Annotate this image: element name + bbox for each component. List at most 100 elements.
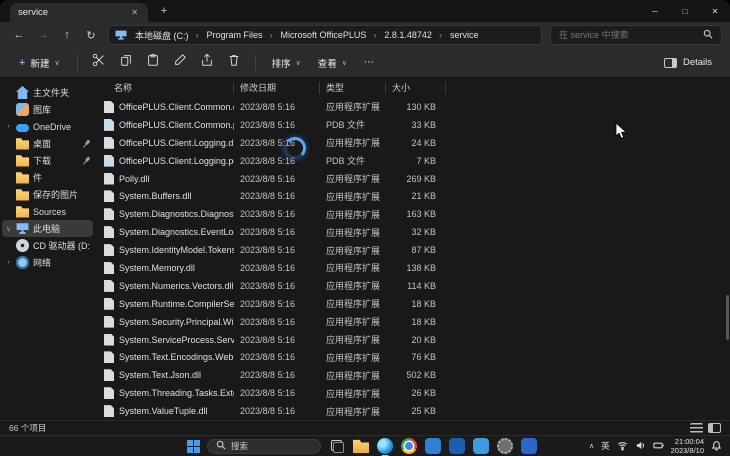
search-input[interactable]	[559, 30, 689, 40]
battery-icon[interactable]	[653, 440, 664, 453]
app-blue-1-icon[interactable]	[425, 438, 441, 454]
breadcrumb-item[interactable]: 本地磁盘 (C:)	[131, 28, 193, 43]
file-row[interactable]: System.Memory.dll 2023/8/8 5:16 应用程序扩展 1…	[96, 259, 730, 277]
sidebar-item[interactable]: CD 驱动器 (D:) ES	[2, 237, 93, 254]
back-button[interactable]: ←	[8, 25, 30, 45]
app-blue-3-icon[interactable]	[473, 438, 489, 454]
file-row[interactable]: System.Buffers.dll 2023/8/8 5:16 应用程序扩展 …	[96, 187, 730, 205]
chrome-icon[interactable]	[401, 438, 417, 454]
network-icon	[16, 256, 29, 269]
dll-icon	[104, 208, 114, 220]
start-button[interactable]	[184, 437, 202, 455]
rename-button[interactable]	[167, 51, 193, 75]
new-tab-button[interactable]: +	[156, 5, 172, 17]
column-header-size[interactable]: 大小	[386, 82, 446, 94]
details-pane-label: Details	[683, 57, 712, 68]
wifi-icon[interactable]	[617, 440, 628, 453]
up-button[interactable]: ↑	[56, 25, 78, 45]
maximize-button[interactable]: □	[670, 0, 700, 22]
file-row[interactable]: OfficePLUS.Client.Logging.dll 2023/8/8 5…	[96, 134, 730, 152]
sidebar-item-label: 网络	[33, 256, 90, 269]
file-date: 2023/8/8 5:16	[234, 227, 320, 237]
expand-chevron-icon[interactable]: ›	[5, 123, 12, 130]
breadcrumb-item[interactable]: Microsoft OfficePLUS	[277, 29, 371, 41]
clock[interactable]: 21:00:04 2023/8/10	[671, 437, 704, 456]
file-row[interactable]: OfficePLUS.Client.Common.dll 2023/8/8 5:…	[96, 98, 730, 116]
file-row[interactable]: System.Diagnostics.DiagnosticSource... 2…	[96, 205, 730, 223]
explorer-tab[interactable]: service ✕	[10, 3, 148, 22]
breadcrumb-item[interactable]: Program Files	[203, 29, 267, 41]
breadcrumb-item[interactable]: service	[446, 29, 483, 41]
settings-icon[interactable]	[497, 438, 513, 454]
dll-icon	[104, 334, 114, 346]
file-row[interactable]: System.ValueTuple.dll 2023/8/8 5:16 应用程序…	[96, 402, 730, 420]
edge-icon[interactable]	[377, 438, 393, 454]
file-row[interactable]: OfficePLUS.Client.Logging.pdb 2023/8/8 5…	[96, 152, 730, 170]
search-box[interactable]	[550, 25, 722, 45]
details-pane-toggle[interactable]: Details	[656, 53, 720, 72]
cut-button[interactable]	[86, 51, 112, 75]
file-row[interactable]: System.Numerics.Vectors.dll 2023/8/8 5:1…	[96, 277, 730, 295]
sidebar-item[interactable]: › OneDrive	[2, 118, 93, 135]
minimize-button[interactable]: ─	[640, 0, 670, 22]
tray-expand-icon[interactable]: ∧	[589, 442, 594, 450]
vertical-scrollbar[interactable]	[726, 295, 729, 340]
volume-icon[interactable]	[635, 440, 646, 453]
app-blue-4-icon[interactable]	[521, 438, 537, 454]
sidebar-item[interactable]: 下载	[2, 152, 93, 169]
paste-button[interactable]	[140, 51, 166, 75]
column-header-name[interactable]: 名称	[114, 82, 234, 94]
column-header-type[interactable]: 类型	[320, 82, 386, 94]
breadcrumb[interactable]: 本地磁盘 (C:) › Program Files › Microsoft Of…	[108, 25, 542, 45]
task-view-icon[interactable]	[329, 438, 345, 454]
column-header-date[interactable]: 修改日期	[234, 82, 320, 94]
file-row[interactable]: System.Text.Encodings.Web.dll 2023/8/8 5…	[96, 348, 730, 366]
sidebar-item[interactable]: ∨ 此电脑	[2, 220, 93, 237]
sidebar-item[interactable]: 保存的图片	[2, 186, 93, 203]
file-size: 163 KB	[386, 209, 446, 219]
sidebar-item[interactable]: 件	[2, 169, 93, 186]
more-options-button[interactable]: ⋯	[356, 53, 383, 72]
sort-button[interactable]: 排序 ∨	[264, 52, 309, 74]
expand-chevron-icon[interactable]: ›	[5, 259, 12, 266]
onedrive-icon	[16, 124, 29, 132]
sidebar-item[interactable]: Sources	[2, 203, 93, 220]
breadcrumb-item[interactable]: 2.8.1.48742	[380, 29, 436, 41]
copy-button[interactable]	[113, 51, 139, 75]
delete-button[interactable]	[221, 51, 247, 75]
sidebar-item[interactable]: 桌面	[2, 135, 93, 152]
input-language-indicator[interactable]: 英	[601, 440, 610, 452]
tab-close-icon[interactable]: ✕	[129, 8, 140, 17]
file-size: 32 KB	[386, 227, 446, 237]
file-row[interactable]: System.IdentityModel.Tokens.Jwt.dll 2023…	[96, 241, 730, 259]
taskbar-search[interactable]: 搜索	[207, 439, 321, 454]
file-row[interactable]: System.Text.Json.dll 2023/8/8 5:16 应用程序扩…	[96, 366, 730, 384]
busy-spinner-icon	[284, 137, 306, 159]
share-button[interactable]	[194, 51, 220, 75]
new-button[interactable]: + 新建 ∨	[10, 52, 69, 74]
thumbnail-view-icon[interactable]	[708, 423, 721, 433]
file-row[interactable]: System.Threading.Tasks.Extensions.dll 20…	[96, 384, 730, 402]
refresh-button[interactable]: ↻	[80, 25, 102, 45]
view-button[interactable]: 查看 ∨	[310, 52, 355, 74]
dll-icon	[104, 405, 114, 417]
forward-button[interactable]: →	[32, 25, 54, 45]
command-bar: + 新建 ∨ 排序 ∨ 查看 ∨ ⋯	[0, 48, 730, 78]
app-blue-2-icon[interactable]	[449, 438, 465, 454]
sidebar-item[interactable]: 主文件夹	[2, 84, 93, 101]
file-row[interactable]: Polly.dll 2023/8/8 5:16 应用程序扩展 269 KB	[96, 170, 730, 188]
file-row[interactable]: System.ServiceProcess.ServiceControl... …	[96, 331, 730, 349]
close-button[interactable]: ✕	[700, 0, 730, 22]
file-row[interactable]: System.Security.Principal.Windows.dll 20…	[96, 313, 730, 331]
window-controls: ─ □ ✕	[640, 0, 730, 22]
file-row[interactable]: System.Runtime.CompilerServices.Un... 20…	[96, 295, 730, 313]
details-view-icon[interactable]	[690, 423, 703, 433]
file-row[interactable]: System.Diagnostics.EventLog.dll 2023/8/8…	[96, 223, 730, 241]
file-type: 应用程序扩展	[320, 369, 386, 382]
file-row[interactable]: OfficePLUS.Client.Common.pdb 2023/8/8 5:…	[96, 116, 730, 134]
sidebar-item[interactable]: › 网络	[2, 254, 93, 271]
file-explorer-icon[interactable]	[353, 438, 369, 454]
notification-bell-icon[interactable]	[711, 440, 722, 453]
sidebar-item[interactable]: 图库	[2, 101, 93, 118]
expand-chevron-icon[interactable]: ∨	[5, 225, 12, 233]
